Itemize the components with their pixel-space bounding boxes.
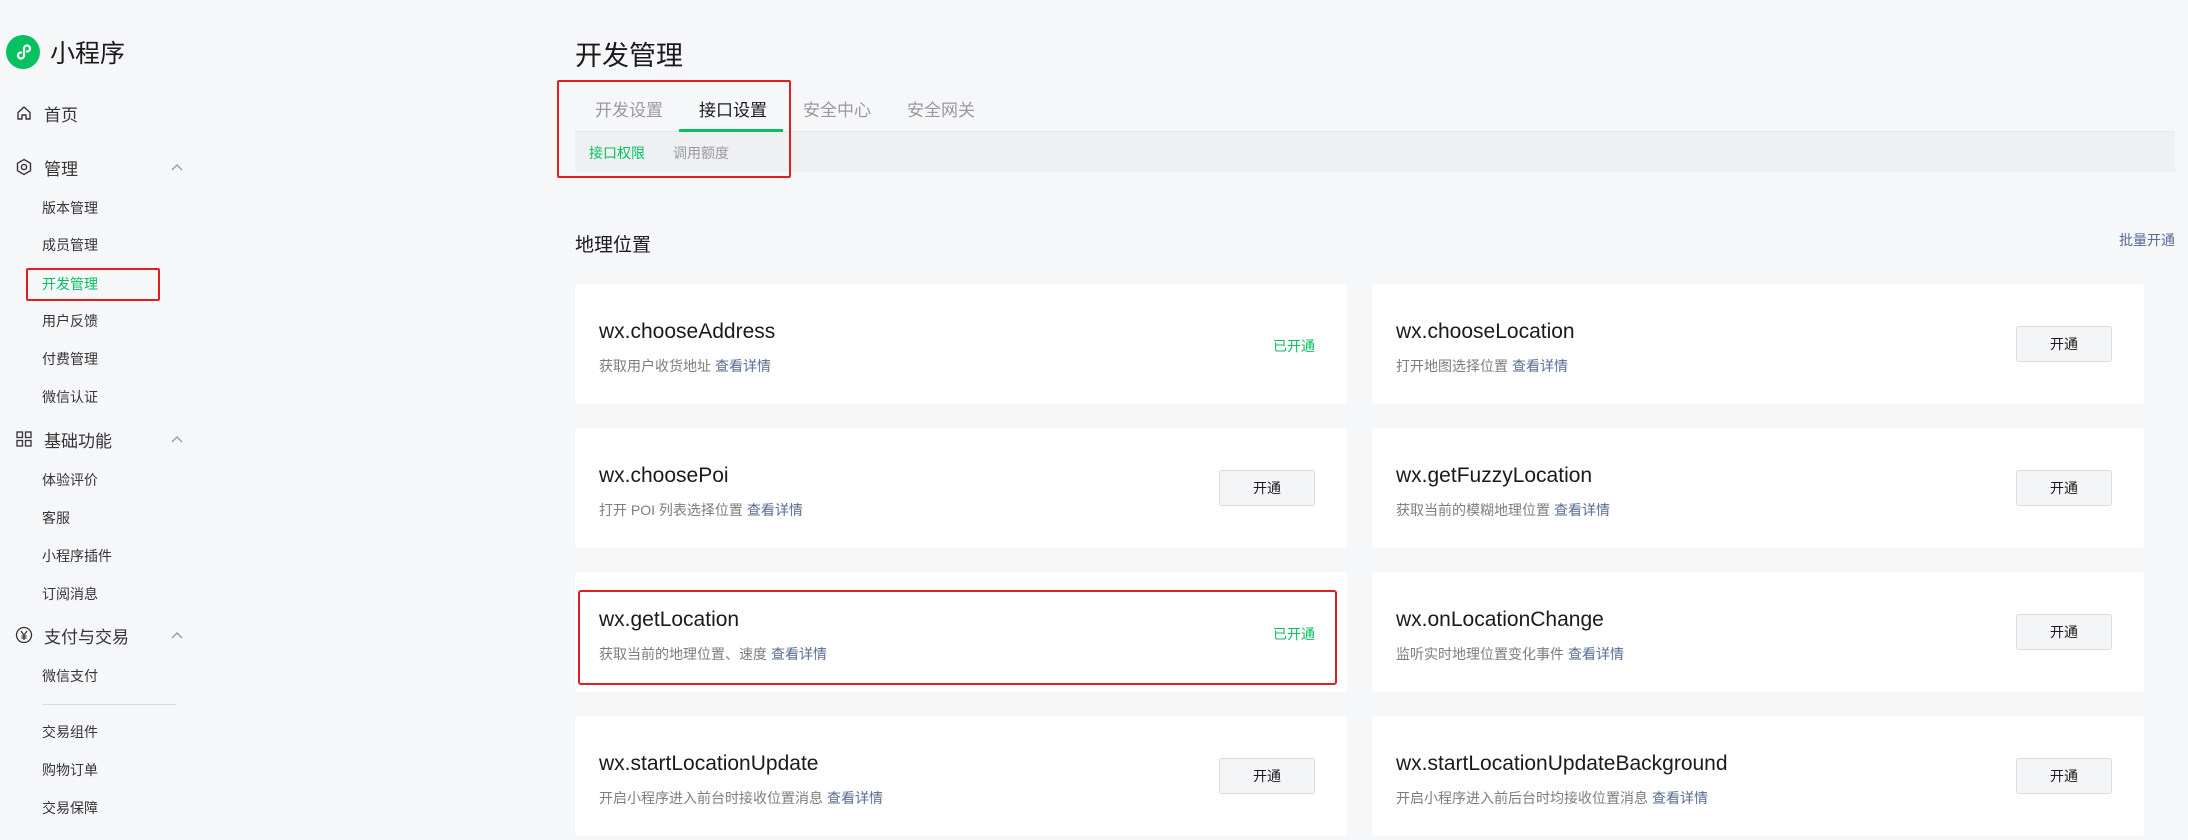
sidebar-item-subscribe[interactable]: 订阅消息 [42,582,98,606]
api-desc-text: 获取用户收货地址 [599,358,711,374]
status-enabled: 已开通 [1273,338,1315,354]
sidebar-item-orders[interactable]: 购物订单 [42,758,98,782]
api-name: wx.chooseLocation [1396,320,1575,343]
chevron-up-icon[interactable] [170,628,184,648]
api-card: wx.getFuzzyLocation 获取当前的模糊地理位置 查看详情 开通 [1372,428,2144,548]
enable-button[interactable]: 开通 [2016,326,2112,362]
sidebar-item-customer-service[interactable]: 客服 [42,506,70,530]
detail-link[interactable]: 查看详情 [1554,502,1610,518]
sidebar-item-experience[interactable]: 体验评价 [42,468,98,492]
page-title: 开发管理 [575,41,683,71]
sidebar-group-label: 基础功能 [44,431,112,451]
yuan-icon [14,625,34,645]
api-card: wx.chooseAddress 获取用户收货地址 查看详情 已开通 [575,284,1347,404]
miniprogram-icon [6,35,40,69]
sidebar-item-wechat-pay[interactable]: 微信支付 [42,664,98,688]
api-desc: 监听实时地理位置变化事件 查看详情 [1396,644,1624,664]
api-name: wx.startLocationUpdateBackground [1396,752,1728,775]
sidebar-item-feedback[interactable]: 用户反馈 [42,309,98,333]
sidebar-group-basic[interactable]: 基础功能 [14,424,184,454]
chevron-up-icon[interactable] [170,432,184,452]
grid-icon [14,429,34,449]
sidebar-item-home[interactable]: 首页 [14,98,184,128]
api-name: wx.onLocationChange [1396,608,1604,631]
api-desc-text: 开启小程序进入前台时接收位置消息 [599,790,823,806]
batch-enable-link[interactable]: 批量开通 [2119,230,2175,250]
sidebar-group-payment[interactable]: 支付与交易 [14,620,184,650]
gear-icon [14,157,34,177]
tab-security-center[interactable]: 安全中心 [803,94,871,132]
api-card: wx.onLocationChange 监听实时地理位置变化事件 查看详情 开通 [1372,572,2144,692]
section-title: 地理位置 [575,235,652,256]
home-icon [14,103,34,123]
api-desc-text: 打开 POI 列表选择位置 [599,502,743,518]
sidebar-divider [42,704,176,705]
subtab-bar [575,132,2175,172]
sidebar-item-wechat-verify[interactable]: 微信认证 [42,385,98,409]
api-desc: 开启小程序进入前台时接收位置消息 查看详情 [599,788,883,808]
logo-text: 小程序 [50,40,126,68]
api-name: wx.getFuzzyLocation [1396,464,1593,487]
api-desc: 打开 POI 列表选择位置 查看详情 [599,500,803,520]
logo[interactable]: 小程序 [6,34,125,70]
sidebar-item-members[interactable]: 成员管理 [42,233,98,257]
sidebar-item-plugins[interactable]: 小程序插件 [42,544,112,568]
api-desc: 获取当前的模糊地理位置 查看详情 [1396,500,1610,520]
highlight-box-card [578,590,1337,685]
sidebar-item-payment-manage[interactable]: 付费管理 [42,347,98,371]
api-desc: 打开地图选择位置 查看详情 [1396,356,1568,376]
sidebar-item-version[interactable]: 版本管理 [42,196,98,220]
enable-button[interactable]: 开通 [2016,614,2112,650]
highlight-box-sidebar [26,268,160,301]
detail-link[interactable]: 查看详情 [827,790,883,806]
api-card: wx.chooseLocation 打开地图选择位置 查看详情 开通 [1372,284,2144,404]
sidebar-group-label: 支付与交易 [44,627,129,647]
api-card: wx.startLocationUpdateBackground 开启小程序进入… [1372,716,2144,836]
detail-link[interactable]: 查看详情 [1652,790,1708,806]
sidebar-item-trade-component[interactable]: 交易组件 [42,720,98,744]
api-desc-text: 获取当前的模糊地理位置 [1396,502,1550,518]
api-desc: 开启小程序进入前后台时均接收位置消息 查看详情 [1396,788,1708,808]
sidebar-group-manage[interactable]: 管理 [14,152,184,182]
sidebar: 小程序 首页 管理 版本管理 成员管理 开发管理 用户反馈 付费管理 微信认证 … [0,0,200,840]
api-desc-text: 打开地图选择位置 [1396,358,1508,374]
api-card: wx.startLocationUpdate 开启小程序进入前台时接收位置消息查… [575,716,1347,836]
detail-link[interactable]: 查看详情 [1512,358,1568,374]
enable-button[interactable]: 开通 [2016,470,2112,506]
sidebar-item-trade-guarantee[interactable]: 交易保障 [42,796,98,820]
api-name: wx.startLocationUpdate [599,752,819,775]
api-card: wx.choosePoi 打开 POI 列表选择位置 查看详情 开通 [575,428,1347,548]
detail-link[interactable]: 查看详情 [715,358,771,374]
api-desc: 获取用户收货地址 查看详情 [599,356,771,376]
enable-button[interactable]: 开通 [1219,758,1315,794]
tab-security-gateway[interactable]: 安全网关 [907,94,975,132]
api-name: wx.choosePoi [599,464,729,487]
sidebar-group-label: 管理 [44,159,78,179]
sidebar-item-label: 首页 [44,105,78,125]
enable-button[interactable]: 开通 [2016,758,2112,794]
detail-link[interactable]: 查看详情 [1568,646,1624,662]
api-desc-text: 开启小程序进入前后台时均接收位置消息 [1396,790,1648,806]
highlight-box-tabs [557,80,791,178]
tab-bar: 开发设置 接口设置 安全中心 安全网关 [575,94,2175,132]
detail-link[interactable]: 查看详情 [747,502,803,518]
chevron-up-icon[interactable] [170,160,184,180]
api-desc-text: 监听实时地理位置变化事件 [1396,646,1564,662]
enable-button[interactable]: 开通 [1219,470,1315,506]
api-name: wx.chooseAddress [599,320,776,343]
